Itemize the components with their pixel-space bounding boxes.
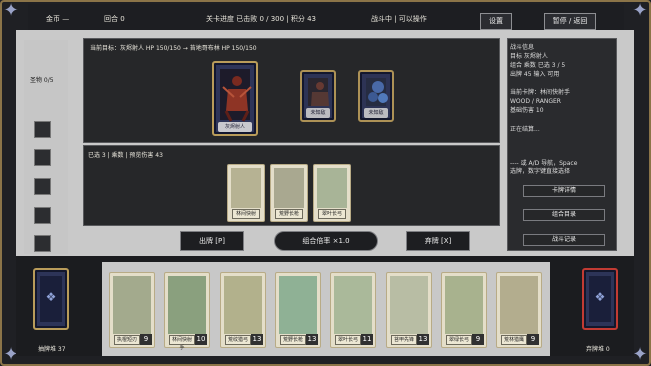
card-art	[500, 276, 538, 334]
round-counter: 回合 0	[104, 15, 125, 23]
discard-pile[interactable]: ❖	[582, 268, 618, 330]
card-name: 荒野长枪	[275, 209, 303, 219]
enemy-card-queued[interactable]: 未知敌	[358, 70, 394, 122]
stage-progress: 关卡进度 已击败 0 / 300 | 积分 43	[206, 15, 317, 23]
card-art	[168, 276, 206, 334]
enemy-name-ribbon: 未知敌	[364, 108, 388, 118]
card-cost: 9	[472, 334, 484, 345]
hand-card[interactable]: 执棍短刃 9	[109, 272, 155, 348]
played-card[interactable]: 荒野长枪	[270, 164, 308, 222]
card-cost: 10	[195, 334, 207, 345]
card-art	[390, 276, 428, 334]
current-card-info: 当前卡牌：林间快射手 WOOD / RANGER 基础伤害 10	[510, 89, 571, 114]
relic-count: 圣物 0/5	[30, 77, 54, 84]
played-card[interactable]: 翠叶长弓	[313, 164, 351, 222]
card-art	[113, 276, 151, 334]
card-cost: 11	[361, 334, 373, 345]
played-card[interactable]: 林间快射	[227, 164, 265, 222]
hand-card[interactable]: 翠叶长弓 11	[330, 272, 376, 348]
card-name: 苔甲先锋	[391, 335, 417, 345]
card-cost: 9	[527, 334, 539, 345]
card-details-button[interactable]: 卡牌详情	[523, 185, 605, 197]
card-back-emblem-icon: ❖	[594, 290, 606, 304]
draw-pile[interactable]: ❖	[33, 268, 69, 330]
star-ornament-icon: ✦	[632, 0, 648, 21]
hand-card[interactable]: 苔甲先锋 13	[386, 272, 432, 348]
unknown-enemy-art-icon	[311, 82, 329, 106]
enemy-card-main[interactable]: 灰烬射人	[212, 61, 258, 136]
battle-info: 战斗信息 目标 灰烬射人 组合 乘数 已选 3 / 5 出牌 45 输入 可用	[510, 44, 566, 78]
combo-catalog-button[interactable]: 组合目录	[523, 209, 605, 221]
star-ornament-icon: ✦	[3, 0, 19, 21]
ash-archer-art-icon	[222, 76, 252, 122]
card-name: 翠绿长弓	[446, 335, 472, 345]
discard-button[interactable]: 弃牌 [X]	[406, 231, 470, 251]
hand-card[interactable]: 林间快射手 10	[164, 272, 210, 351]
battle-log: 正在结算...	[510, 126, 540, 133]
settings-button[interactable]: 设置	[480, 13, 512, 30]
card-name: 执棍短刃	[114, 335, 140, 345]
battle-status: 战斗中 | 可以操作	[371, 15, 427, 23]
enemy-area	[83, 38, 500, 143]
card-name: 林间快射手	[169, 335, 195, 351]
target-line: 当前目标：灰烬射人 HP 150/150 → 苔地哥布林 HP 150/150	[90, 45, 257, 52]
combo-multiplier: 组合倍率 ×1.0	[274, 231, 378, 251]
enemy-name-ribbon: 未知敌	[306, 108, 330, 118]
card-art	[279, 276, 317, 334]
pause-button[interactable]: 暂停 / 返回	[544, 13, 596, 30]
gold-counter: 金币 —	[46, 15, 70, 23]
relic-slot[interactable]	[34, 149, 51, 166]
relic-slot[interactable]	[34, 207, 51, 224]
card-name: 荒野长枪	[280, 335, 306, 345]
hand-card[interactable]: 荒林猎鹰 9	[496, 272, 542, 348]
enemy-name-ribbon: 灰烬射人	[218, 122, 252, 132]
card-art	[224, 276, 262, 334]
unknown-enemy-art-icon	[368, 81, 388, 103]
relic-slot[interactable]	[34, 178, 51, 195]
discard-pile-count: 弃牌堆 0	[586, 346, 610, 353]
card-name: 翠叶长弓	[335, 335, 361, 345]
hand-card[interactable]: 翠绿长弓 9	[441, 272, 487, 348]
card-cost: 13	[306, 334, 318, 345]
hand-card[interactable]: 荒野长枪 13	[275, 272, 321, 348]
card-name: 荒林猎鹰	[501, 335, 527, 345]
battle-log-button[interactable]: 战斗记录	[523, 234, 605, 246]
relic-slot[interactable]	[34, 235, 51, 252]
card-cost: 9	[140, 334, 152, 345]
played-line: 已选 3 | 乘数 | 预览伤害 43	[88, 152, 163, 159]
card-cost: 13	[251, 334, 263, 345]
top-bar: 金币 — 回合 0 关卡进度 已击败 0 / 300 | 积分 43 战斗中 |…	[28, 4, 624, 30]
card-art	[334, 276, 372, 334]
draw-pile-count: 抽牌堆 37	[38, 346, 66, 353]
play-button[interactable]: 出牌 [P]	[180, 231, 244, 251]
card-name: 翠叶长弓	[318, 209, 346, 219]
hand-card[interactable]: 荒纹猎弓 13	[220, 272, 266, 348]
enemy-card-queued[interactable]: 未知敌	[300, 70, 336, 122]
card-cost: 13	[417, 334, 429, 345]
card-name: 荒纹猎弓	[225, 335, 251, 345]
card-back-emblem-icon: ❖	[45, 290, 57, 304]
relic-slot[interactable]	[34, 121, 51, 138]
card-art	[445, 276, 483, 334]
control-hint: ---- 或 A/D 导航，Space 选牌，数字键直接选择	[510, 160, 578, 175]
card-name: 林间快射	[232, 209, 260, 219]
